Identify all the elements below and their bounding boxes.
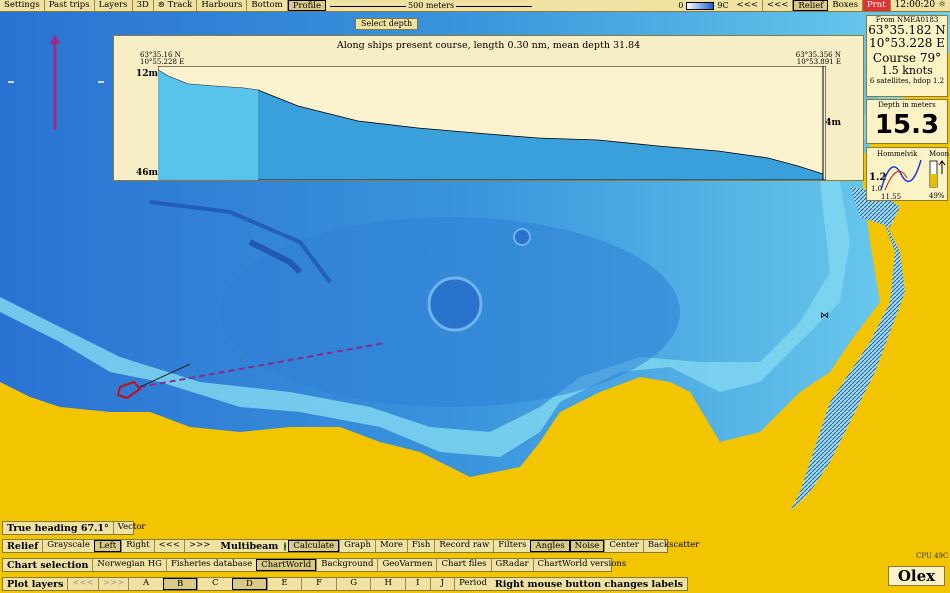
fisheries-database-button[interactable]: Fisheries database <box>165 559 256 571</box>
left-button[interactable]: Left <box>93 540 122 552</box>
profile-bottom-depth: 46m <box>136 168 159 178</box>
print-button[interactable]: Prnt <box>862 0 891 11</box>
gradar-button[interactable]: GRadar <box>490 559 533 571</box>
relief-label: Relief <box>7 540 39 552</box>
profile-start-lon: 10°55.228 E <box>140 58 185 66</box>
depth-scale-min: 0 <box>678 1 684 10</box>
chart-selection-bar: Chart selection Norwegian HG Fisheries d… <box>2 558 626 572</box>
layer-e-button[interactable]: E <box>266 578 302 590</box>
scale-bar: 500 meters <box>326 0 536 11</box>
tide-curve-2 <box>884 170 908 191</box>
plot-layers-bar: Plot layers <<< >>> A B C D E F G H I J … <box>2 577 688 591</box>
target-icon: ⊚ <box>157 0 165 10</box>
profile-title: Along ships present course, length 0.30 … <box>336 40 641 51</box>
small-crater-feature <box>513 228 531 246</box>
nav-speed: 1.5 knots <box>881 64 933 77</box>
layer-f-button[interactable]: F <box>301 578 336 590</box>
depth-value: 15.3 <box>874 110 940 140</box>
relief-button[interactable]: Relief <box>793 0 829 11</box>
profile-end-lon: 10°53.891 E <box>796 58 841 66</box>
clock: 12:00:20 ☼ <box>891 0 950 11</box>
layer-j-button[interactable]: J <box>429 578 455 590</box>
grayscale-button[interactable]: Grayscale <box>42 540 94 552</box>
prev-button[interactable]: <<< <box>733 0 763 11</box>
backscatter-button[interactable]: Backscatter <box>642 540 703 552</box>
3d-button[interactable]: 3D <box>133 0 154 11</box>
depth-panel: Depth in meters 15.3 <box>866 99 948 144</box>
cpu-temperature: CPU 49C <box>916 552 949 560</box>
sun-icon: ☼ <box>937 0 946 10</box>
norwegian-hg-button[interactable]: Norwegian HG <box>92 559 166 571</box>
fish-mark-icon[interactable]: ⋈ <box>820 311 829 321</box>
chartworld-button[interactable]: ChartWorld <box>256 559 317 571</box>
plot-layers-label: Plot layers <box>7 578 64 590</box>
background-button[interactable]: Background <box>316 559 377 571</box>
layer-c-button[interactable]: C <box>197 578 232 590</box>
select-depth-button[interactable]: Select depth <box>355 18 419 30</box>
layers-next-button[interactable]: >>> <box>97 578 128 590</box>
bottom-button[interactable]: Bottom <box>247 0 288 11</box>
tide-graph <box>880 159 946 191</box>
true-heading: True heading 67.1° <box>7 522 109 534</box>
layers-button[interactable]: Layers <box>95 0 133 11</box>
right-mouse-note: Right mouse button changes labels <box>494 578 683 590</box>
layer-i-button[interactable]: I <box>405 578 430 590</box>
top-toolbar: Settings Past trips Layers 3D ⊚ Track Ha… <box>0 0 950 12</box>
layers-prev-button[interactable]: <<< <box>67 578 97 590</box>
chartworld-versions-button[interactable]: ChartWorld versions <box>532 559 631 571</box>
multibeam-status-icon <box>284 541 287 551</box>
boxes-button[interactable]: Boxes <box>828 0 863 11</box>
crater-feature <box>427 276 483 332</box>
angles-button[interactable]: Angles <box>530 540 570 552</box>
layer-d-button[interactable]: D <box>232 578 267 590</box>
record-raw-button[interactable]: Record raw <box>434 540 493 552</box>
prev-button-2[interactable]: <<< <box>763 0 794 11</box>
settings-button[interactable]: Settings <box>0 0 45 11</box>
chart-selection-label: Chart selection <box>7 559 89 571</box>
depth-profile-panel: Along ships present course, length 0.30 … <box>113 35 864 181</box>
tide-panel: Hommelvik Moon 1.2 1.0 11.55 49% <box>866 147 949 201</box>
past-trips-button[interactable]: Past trips <box>45 0 95 11</box>
noise-button[interactable]: Noise <box>569 540 605 552</box>
nav-longitude: 10°53.228 E <box>869 36 945 50</box>
depth-label: Depth in meters <box>878 101 936 109</box>
track-button[interactable]: ⊚ Track <box>154 0 198 11</box>
nav-sat-info: 6 satellites, hdop 1.2 <box>869 77 945 85</box>
profile-chart[interactable] <box>158 66 826 180</box>
more-button[interactable]: More <box>374 540 407 552</box>
scale-label: 500 meters <box>406 1 457 10</box>
olex-logo-button[interactable]: Olex <box>888 566 945 586</box>
clock-time: 12:00:20 <box>894 0 936 10</box>
depth-color-bar[interactable] <box>686 1 715 10</box>
vector-button[interactable]: Vector <box>112 522 150 534</box>
relief-prev-button[interactable]: <<< <box>153 540 184 552</box>
chart-files-button[interactable]: Chart files <box>436 559 490 571</box>
multibeam-label: Multibeam <box>220 540 279 552</box>
filters-button[interactable]: Filters <box>493 540 530 552</box>
relief-next-button[interactable]: >>> <box>184 540 214 552</box>
profile-top-depth: 12m <box>136 69 159 79</box>
moon-bar-fill <box>930 174 937 187</box>
fish-button[interactable]: Fish <box>406 540 434 552</box>
heading-bar: True heading 67.1° Vector <box>2 521 146 535</box>
relief-bar: Relief Grayscale Left Right <<< >>> Mult… <box>2 539 699 553</box>
layer-b-button[interactable]: B <box>162 578 198 590</box>
center-button[interactable]: Center <box>604 540 643 552</box>
layer-a-button[interactable]: A <box>128 578 163 590</box>
profile-button[interactable]: Profile <box>287 0 327 11</box>
track-label: Track <box>167 0 193 10</box>
arrow-up-icon <box>938 160 946 174</box>
period-button[interactable]: Period <box>454 578 491 590</box>
geovarmen-button[interactable]: GeoVarmen <box>377 559 436 571</box>
depth-scale-max: 9C <box>717 1 729 10</box>
right-button[interactable]: Right <box>121 540 153 552</box>
navigation-panel: From NMEA0183 63°35.182 N 10°53.228 E Co… <box>866 15 948 97</box>
layer-h-button[interactable]: H <box>370 578 405 590</box>
graph-button[interactable]: Graph <box>339 540 375 552</box>
harbours-button[interactable]: Harbours <box>197 0 248 11</box>
calculate-button[interactable]: Calculate <box>288 540 340 552</box>
layer-g-button[interactable]: G <box>335 578 371 590</box>
